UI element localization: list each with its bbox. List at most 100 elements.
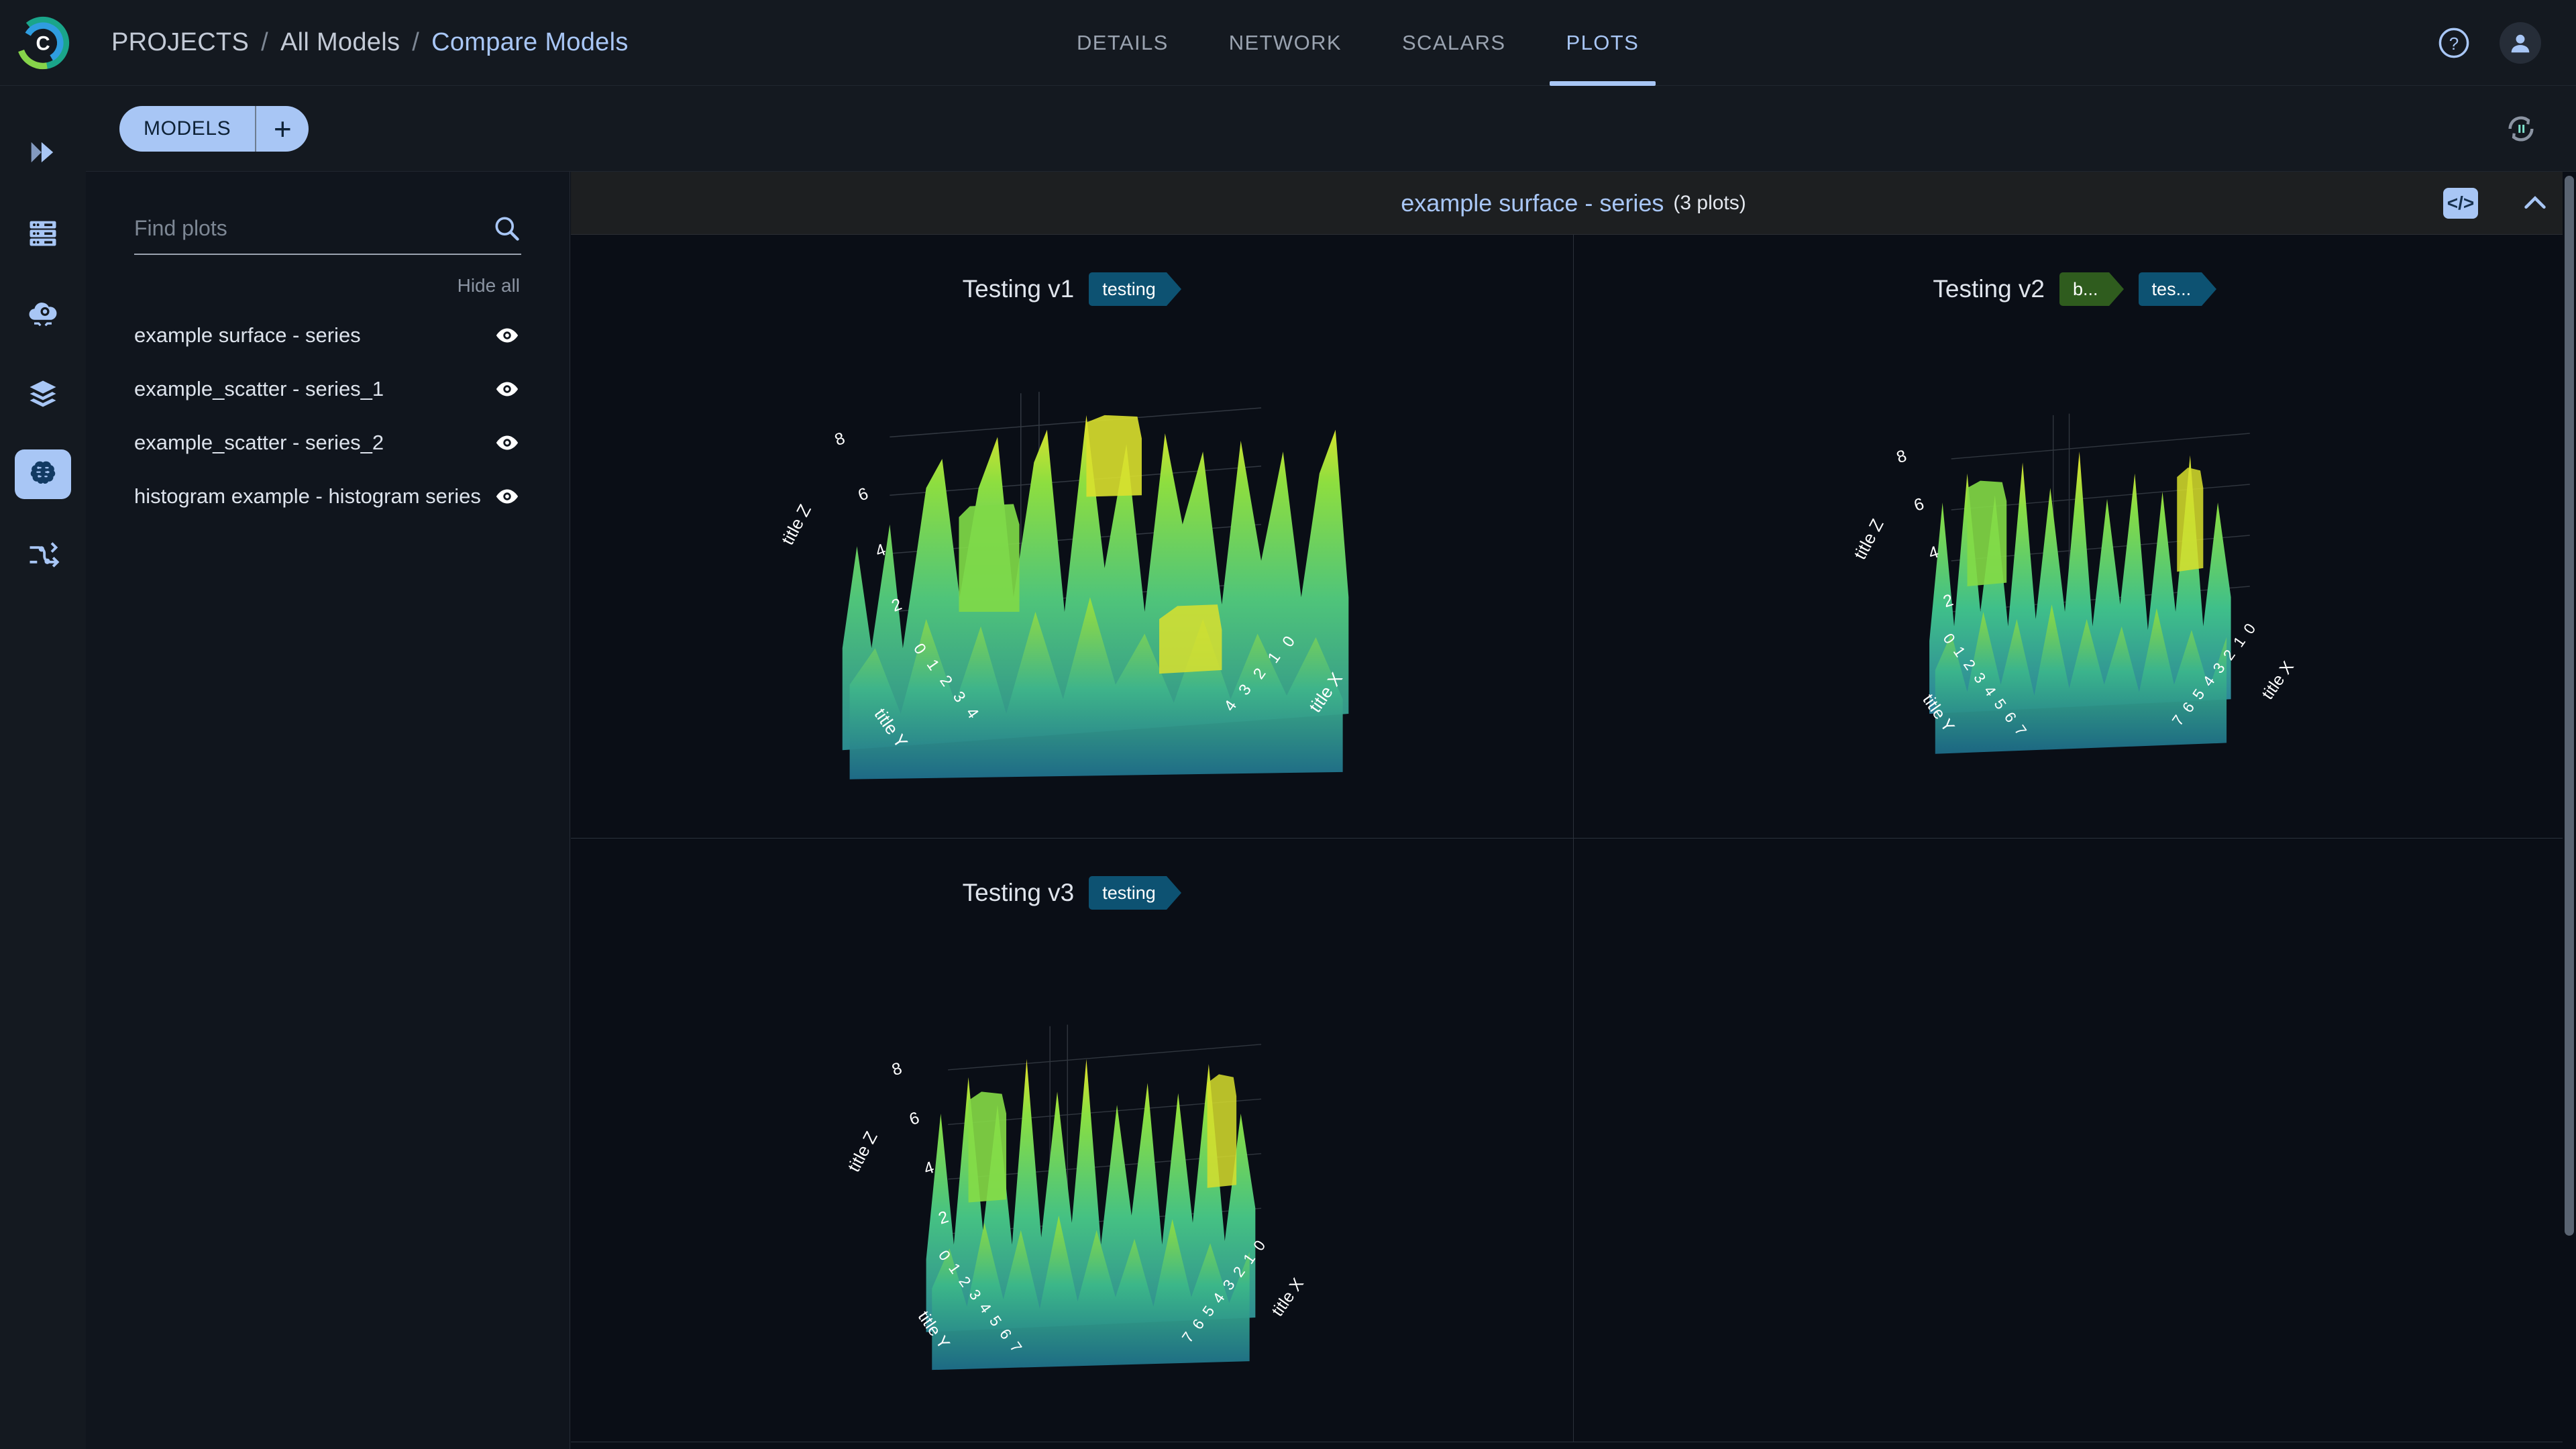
eye-icon[interactable]	[494, 430, 520, 455]
z-axis-label: title Z	[777, 501, 815, 548]
breadcrumb-item-compare-models[interactable]: Compare Models	[431, 28, 629, 57]
x-axis-label: title X	[1268, 1275, 1307, 1320]
status-badge: testing	[1089, 272, 1167, 306]
sidebar-item-apps[interactable]	[15, 288, 71, 338]
tab-plots[interactable]: PLOTS	[1536, 0, 1670, 86]
list-item[interactable]: example surface - series	[86, 309, 570, 362]
z-tick-8: 8	[833, 429, 848, 449]
plots-area: example surface - series (3 plots) </> T…	[571, 172, 2576, 1449]
x-axis-label: title X	[2258, 657, 2298, 702]
scrollbar-thumb[interactable]	[2565, 176, 2574, 1236]
surface-plot-v2[interactable]: 8 6 4 2 title Z 0 1 2 3 4 5 6 7	[1574, 306, 2576, 816]
code-brackets-icon[interactable]: </>	[2443, 188, 2478, 219]
z-axis-label: title Z	[843, 1128, 881, 1175]
models-button-label[interactable]: MODELS	[119, 106, 255, 152]
status-badge: b...	[2059, 272, 2109, 306]
left-nav-rail	[0, 86, 86, 1449]
eye-icon[interactable]	[494, 323, 520, 348]
list-item[interactable]: histogram example - histogram series	[86, 470, 570, 523]
svg-text:?: ?	[2449, 34, 2459, 54]
add-model-button[interactable]: +	[256, 106, 309, 152]
app-logo[interactable]: C	[0, 0, 86, 86]
svg-text:1: 1	[2229, 633, 2249, 650]
z-tick-4: 4	[922, 1158, 936, 1179]
plot-header: Testing v2 b... tes...	[1574, 235, 2576, 306]
plot-group-header: example surface - series (3 plots) </>	[571, 172, 2576, 235]
help-circle-icon[interactable]: ?	[2436, 25, 2471, 60]
sidebar-item-datasets[interactable]	[15, 369, 71, 419]
breadcrumb-separator: /	[412, 28, 419, 57]
vertical-scrollbar[interactable]	[2563, 172, 2576, 1449]
cloud-gear-icon	[25, 296, 60, 331]
models-selector[interactable]: MODELS +	[119, 106, 309, 152]
sidebar-item-workers[interactable]	[15, 208, 71, 258]
status-badge: testing	[1089, 876, 1167, 910]
sidebar-item-projects[interactable]	[15, 127, 71, 177]
tab-details[interactable]: DETAILS	[1046, 0, 1199, 86]
surface-canvas: 8 6 4 2 title Z 0 1 2 3 4 5 6 7	[1574, 306, 2576, 816]
code-brackets-label: </>	[2447, 194, 2474, 213]
plot-title: Testing v2	[1933, 275, 2045, 303]
z-tick-6: 6	[855, 484, 871, 505]
z-tick-8: 8	[1894, 446, 1909, 467]
surface-canvas: 8 6 4 2 title Z 0 1 2 3 4 title Y	[571, 306, 1573, 816]
chevron-up-icon[interactable]	[2520, 188, 2551, 219]
auto-refresh-paused-icon[interactable]	[2502, 110, 2540, 148]
hide-all-button[interactable]: Hide all	[86, 255, 570, 297]
z-tick-6: 6	[907, 1108, 922, 1129]
models-toolbar: MODELS +	[86, 86, 2576, 172]
brain-icon	[25, 457, 60, 492]
plot-cell-testing-v3: Testing v3 testing	[571, 839, 1574, 1442]
plot-list-label: example_scatter - series_1	[134, 377, 384, 401]
layers-stack-icon	[25, 376, 60, 411]
plot-grid: Testing v1 testing	[571, 235, 2576, 1442]
plots-list-panel: Hide all example surface - series exampl…	[86, 172, 570, 1449]
plot-list-label: example_scatter - series_2	[134, 431, 384, 455]
search-input[interactable]	[134, 216, 492, 241]
sidebar-item-models[interactable]	[15, 449, 71, 499]
list-item[interactable]: example_scatter - series_2	[86, 416, 570, 470]
tab-network[interactable]: NETWORK	[1199, 0, 1372, 86]
search-row	[134, 203, 521, 255]
sidebar-item-pipelines[interactable]	[15, 530, 71, 580]
search-icon[interactable]	[492, 213, 521, 243]
surface-canvas: 8 6 4 2 title Z 0 1 2 3 4 5 6 7	[571, 910, 1573, 1419]
status-badge: tes...	[2139, 272, 2202, 306]
double-chevron-play-icon	[25, 135, 60, 170]
tab-scalars[interactable]: SCALARS	[1372, 0, 1536, 86]
plot-group-title: example surface - series	[1401, 189, 1664, 217]
top-right-actions: ?	[2436, 0, 2576, 86]
z-axis-label: title Z	[1849, 515, 1887, 562]
plot-header: Testing v3 testing	[571, 839, 1573, 910]
nav-tabs: DETAILS NETWORK SCALARS PLOTS	[1046, 0, 1669, 86]
svg-text:0: 0	[2239, 620, 2259, 637]
eye-icon[interactable]	[494, 484, 520, 509]
breadcrumb-separator: /	[261, 28, 268, 57]
plot-group-count: (3 plots)	[1673, 192, 1746, 215]
list-item[interactable]: example_scatter - series_1	[86, 362, 570, 416]
plot-title: Testing v3	[963, 879, 1075, 907]
surface-plot-v3[interactable]: 8 6 4 2 title Z 0 1 2 3 4 5 6 7	[571, 910, 1573, 1419]
plot-list-label: example surface - series	[134, 323, 361, 347]
plot-list-label: histogram example - histogram series	[134, 484, 481, 508]
breadcrumb-item-all-models[interactable]: All Models	[280, 28, 400, 57]
clearml-logo-icon: C	[14, 14, 72, 72]
plot-cell-empty	[1574, 839, 2576, 1442]
plot-cell-testing-v2: Testing v2 b... tes...	[1574, 235, 2576, 839]
plot-cell-testing-v1: Testing v1 testing	[571, 235, 1574, 839]
user-avatar-icon	[2508, 30, 2533, 56]
plot-header: Testing v1 testing	[571, 235, 1573, 306]
avatar[interactable]	[2500, 22, 2541, 64]
server-rack-icon	[25, 215, 60, 250]
surface-plot-v1[interactable]: 8 6 4 2 title Z 0 1 2 3 4 title Y	[571, 306, 1573, 816]
plot-title: Testing v1	[963, 275, 1075, 303]
breadcrumb: PROJECTS / All Models / Compare Models	[111, 28, 629, 57]
plot-group-actions: </>	[2443, 188, 2551, 219]
eye-icon[interactable]	[494, 376, 520, 402]
top-bar: C PROJECTS / All Models / Compare Models…	[0, 0, 2576, 86]
svg-text:C: C	[36, 33, 50, 54]
z-tick-6: 6	[1911, 494, 1926, 515]
z-tick-8: 8	[890, 1059, 904, 1079]
breadcrumb-item-projects[interactable]: PROJECTS	[111, 28, 249, 57]
pipeline-flow-icon	[25, 537, 60, 572]
